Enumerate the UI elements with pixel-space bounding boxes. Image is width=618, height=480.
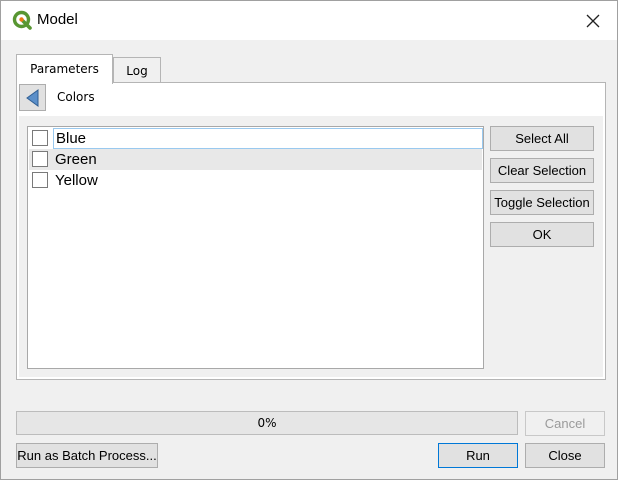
run-button[interactable]: Run	[438, 443, 518, 468]
window-title: Model	[37, 11, 78, 28]
options-list[interactable]: Blue Green Yellow	[27, 126, 484, 369]
qgis-logo-icon	[12, 10, 32, 30]
breadcrumb-label: Colors	[57, 90, 95, 104]
clear-selection-button[interactable]: Clear Selection	[490, 158, 594, 183]
progress-bar: 0%	[16, 411, 518, 435]
tab-log[interactable]: Log	[113, 57, 161, 83]
checkbox[interactable]	[32, 172, 48, 188]
option-label: Blue	[53, 128, 483, 149]
select-all-button[interactable]: Select All	[490, 126, 594, 151]
parameters-panel: Colors Blue Green Yellow Select All Clea…	[16, 82, 606, 380]
checkbox[interactable]	[32, 130, 48, 146]
model-dialog: Model Parameters Log Colors Blue Green Y…	[0, 0, 618, 480]
option-label: Yellow	[55, 172, 98, 189]
list-item[interactable]: Yellow	[29, 170, 482, 191]
close-icon[interactable]	[583, 11, 603, 31]
list-item[interactable]: Green	[29, 149, 482, 170]
back-button[interactable]	[19, 84, 46, 111]
progress-text: 0%	[257, 416, 277, 430]
ok-button[interactable]: OK	[490, 222, 594, 247]
close-button[interactable]: Close	[525, 443, 605, 468]
list-item[interactable]: Blue	[29, 128, 483, 149]
option-label: Green	[55, 151, 97, 168]
checkbox[interactable]	[32, 151, 48, 167]
back-arrow-icon	[26, 89, 39, 107]
cancel-button[interactable]: Cancel	[525, 411, 605, 436]
toggle-selection-button[interactable]: Toggle Selection	[490, 190, 594, 215]
title-bar: Model	[1, 1, 617, 40]
run-as-batch-button[interactable]: Run as Batch Process...	[16, 443, 158, 468]
tab-parameters[interactable]: Parameters	[16, 54, 113, 84]
